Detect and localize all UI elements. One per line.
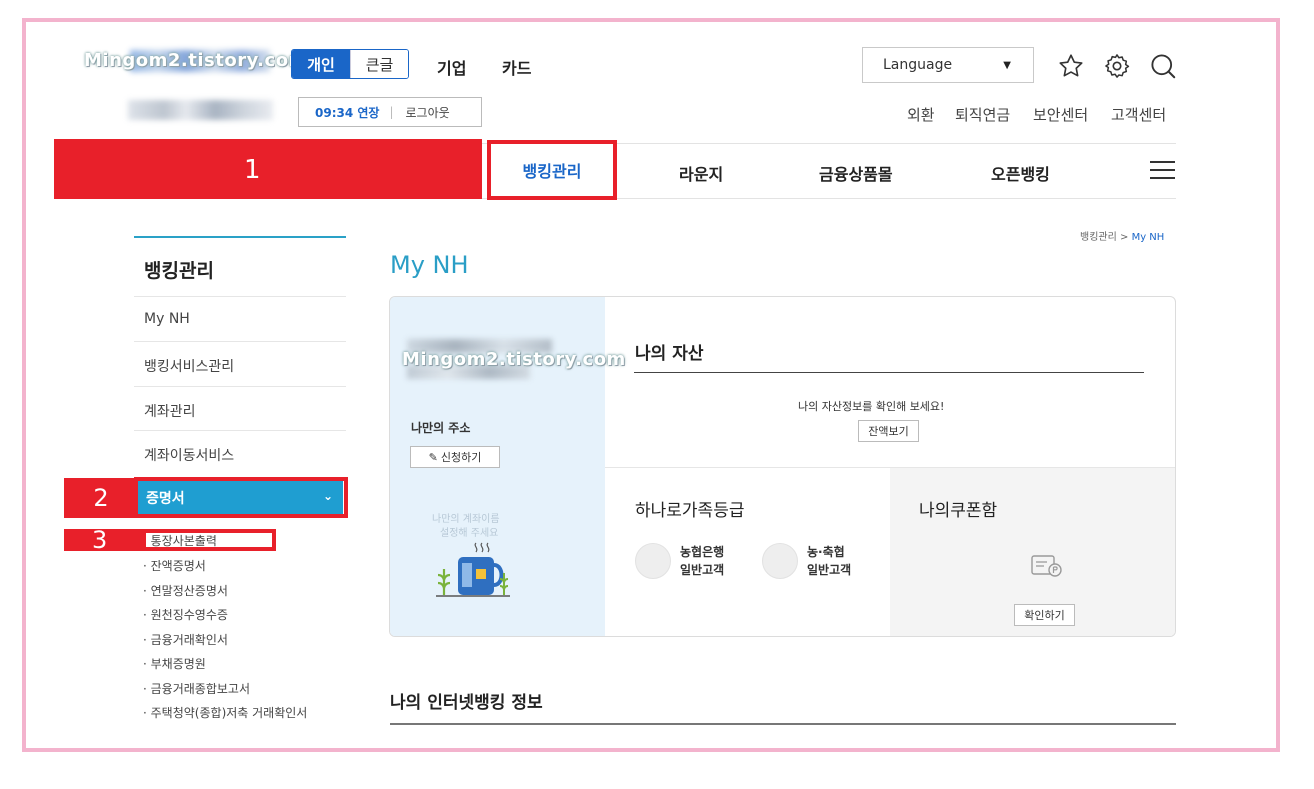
sidebar-item-account[interactable]: 계좌관리 bbox=[134, 386, 346, 431]
star-icon[interactable] bbox=[1057, 52, 1085, 80]
internet-banking-info-title: 나의 인터넷뱅킹 정보 bbox=[390, 693, 543, 713]
coupon-title: 나의쿠폰함 bbox=[919, 501, 998, 521]
breadcrumb-parent[interactable]: 뱅킹관리 bbox=[1080, 232, 1117, 243]
sidebar-sub-housing-savings-cert[interactable]: · 주택청약(종합)저축 거래확인서 bbox=[143, 704, 307, 721]
grade-badge-nhcoop bbox=[762, 543, 798, 579]
grade-nhcoop: 농·축협 일반고객 bbox=[807, 545, 852, 577]
apply-address-button[interactable]: ✎ 신청하기 bbox=[410, 446, 500, 468]
mode-toggle: 개인 큰글 bbox=[291, 49, 409, 79]
faded-account-hint-1: 나만의 계좌이름 bbox=[432, 514, 500, 525]
util-link-customer[interactable]: 고객센터 bbox=[1111, 104, 1166, 125]
account-panel: Mingom2.tistory.com 나만의 주소 ✎ 신청하기 나만의 계좌이… bbox=[390, 297, 625, 636]
sidebar-item-banking-service[interactable]: 뱅킹서비스관리 bbox=[134, 341, 346, 386]
util-link-security[interactable]: 보안센터 bbox=[1033, 104, 1088, 125]
top-link-business[interactable]: 기업 bbox=[437, 55, 466, 79]
annotation-label-3: 3 bbox=[64, 526, 144, 554]
sidebar-item-mynh[interactable]: My NH bbox=[134, 296, 346, 341]
savings-jar-icon bbox=[436, 542, 510, 597]
hamburger-menu-icon[interactable] bbox=[1150, 161, 1175, 181]
util-link-fx[interactable]: 외환 bbox=[907, 104, 935, 125]
breadcrumb: 뱅킹관리 > My NH bbox=[1080, 228, 1164, 243]
util-link-pension[interactable]: 퇴직연금 bbox=[955, 104, 1010, 125]
gnb-item-product-mall[interactable]: 금융상품몰 bbox=[819, 161, 893, 185]
gear-icon[interactable] bbox=[1103, 52, 1131, 80]
breadcrumb-separator: > bbox=[1120, 232, 1129, 243]
mode-tab-personal[interactable]: 개인 bbox=[292, 50, 350, 78]
language-select[interactable]: Language ▼ bbox=[862, 47, 1034, 83]
sidebar-sub-balance-cert[interactable]: · 잔액증명서 bbox=[143, 557, 206, 574]
sidebar-item-account-switch[interactable]: 계좌이동서비스 bbox=[134, 430, 346, 476]
sidebar-sub-withholding-receipt[interactable]: · 원천징수영수증 bbox=[143, 606, 228, 623]
logout-button[interactable]: 로그아웃 bbox=[394, 104, 450, 121]
sidebar-top-accent bbox=[134, 236, 346, 238]
view-balance-button[interactable]: 잔액보기 bbox=[858, 420, 919, 442]
gnb-item-banking-management[interactable]: 뱅킹관리 bbox=[487, 140, 617, 200]
annotation-box-2 bbox=[134, 477, 348, 518]
session-extend-button[interactable]: 09:34 연장 bbox=[299, 104, 389, 121]
grade-badge-nhbank bbox=[635, 543, 671, 579]
coupon-check-button[interactable]: 확인하기 bbox=[1014, 604, 1075, 626]
breadcrumb-current: My NH bbox=[1131, 232, 1165, 243]
mynh-summary-card: Mingom2.tistory.com 나만의 주소 ✎ 신청하기 나만의 계좌이… bbox=[389, 296, 1176, 637]
user-name-blurred bbox=[128, 100, 273, 120]
page-title: My NH bbox=[390, 251, 469, 279]
session-box: 09:34 연장 | 로그아웃 bbox=[298, 97, 482, 127]
sidebar-title: 뱅킹관리 bbox=[144, 260, 214, 282]
search-icon[interactable] bbox=[1148, 51, 1178, 81]
sidebar-sub-transaction-report[interactable]: · 금융거래종합보고서 bbox=[143, 680, 250, 697]
my-assets-title: 나의 자산 bbox=[635, 344, 704, 364]
family-grade-title: 하나로가족등급 bbox=[635, 501, 745, 521]
my-assets-underline bbox=[634, 372, 1144, 373]
sidebar-sub-debt-cert[interactable]: · 부채증명원 bbox=[143, 655, 206, 672]
internet-banking-info-divider bbox=[390, 723, 1176, 725]
my-address-label: 나만의 주소 bbox=[411, 421, 471, 435]
grade-nhbank: 농협은행 일반고객 bbox=[680, 545, 725, 577]
coupon-icon bbox=[1031, 555, 1062, 577]
watermark-inner: Mingom2.tistory.com bbox=[402, 349, 626, 370]
faded-account-hint-2: 설정해 주세요 bbox=[440, 528, 499, 539]
sidebar-sub-year-end-cert[interactable]: · 연말정산증명서 bbox=[143, 582, 228, 599]
my-assets-desc: 나의 자산정보를 확인해 보세요! bbox=[798, 400, 945, 413]
gnb-item-lounge[interactable]: 라운지 bbox=[679, 161, 723, 185]
annotation-box-3 bbox=[142, 529, 276, 551]
watermark: Mingom2.tistory.com bbox=[84, 50, 308, 71]
gnb-item-open-banking[interactable]: 오픈뱅킹 bbox=[991, 161, 1050, 185]
language-label: Language bbox=[883, 57, 953, 73]
caret-down-icon: ▼ bbox=[1003, 60, 1011, 71]
sidebar-sub-transaction-cert[interactable]: · 금융거래확인서 bbox=[143, 631, 228, 648]
annotation-label-1: 1 bbox=[244, 155, 261, 185]
mode-tab-large-text[interactable]: 큰글 bbox=[350, 50, 408, 78]
annotation-bar-1: 1 bbox=[54, 139, 482, 199]
annotation-label-2: 2 bbox=[64, 478, 138, 518]
pencil-icon: ✎ bbox=[428, 450, 438, 464]
top-link-card[interactable]: 카드 bbox=[502, 55, 531, 79]
